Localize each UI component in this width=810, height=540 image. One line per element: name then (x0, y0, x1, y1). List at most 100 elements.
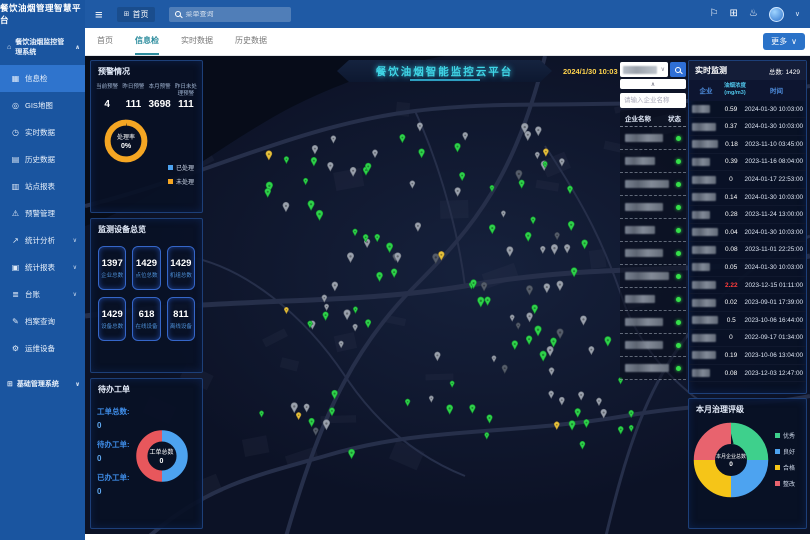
table-row[interactable]: 0.08 2023-12-03 12:47:00 (689, 365, 806, 383)
enterprise-list-item[interactable] (620, 127, 686, 150)
time-cell: 2024-01-30 10:03:00 (745, 194, 803, 201)
sidebar-item-label: 运维设备 (25, 343, 55, 354)
stat-card[interactable]: 1429 机组总数 (167, 246, 195, 290)
page-tab[interactable]: 首页 × (97, 28, 113, 55)
stat-card-value: 618 (139, 309, 155, 320)
redacted-text (692, 228, 718, 236)
table-row[interactable]: 2.22 2023-12-15 01:11:00 (689, 277, 806, 295)
sidebar-item[interactable]: ⚠ 预警管理 (0, 200, 85, 227)
page-tab[interactable]: 信息检 × (135, 28, 159, 55)
enterprise-list-item[interactable] (620, 196, 686, 219)
sidebar-item[interactable]: ▥ 站点报表 (0, 173, 85, 200)
legend-swatch (775, 465, 780, 470)
legend-item: 合格 (775, 463, 795, 472)
panel-title: 预警情况 (91, 61, 202, 80)
table-row[interactable]: 0.59 2024-01-30 10:03:00 (689, 101, 806, 119)
table-row[interactable]: 0.08 2023-11-01 22:25:00 (689, 242, 806, 260)
sidebar-item[interactable]: ↗ 统计分析 ∨ (0, 227, 85, 254)
menu-search-input[interactable] (185, 11, 285, 18)
sidebar-system-header[interactable]: ⌂ 餐饮油烟监控管理系统 ∧ (0, 28, 85, 65)
sidebar-item-label: 历史数据 (25, 154, 55, 165)
enterprise-list-item[interactable] (620, 311, 686, 334)
stat-card[interactable]: 811 离线设备 (167, 297, 195, 341)
stat-card-label: 设备总数 (101, 322, 123, 330)
warning-stat: 昨日未处理预警 111 (174, 84, 198, 110)
sidebar-item-label: 信息检 (25, 73, 48, 84)
page-tab[interactable]: 实时数据 × (181, 28, 213, 55)
search-icon (175, 11, 181, 17)
enterprise-list-item[interactable] (620, 334, 686, 357)
page-tab[interactable]: 历史数据 × (235, 28, 267, 55)
more-button[interactable]: 更多 ∨ (763, 33, 805, 50)
table-row[interactable]: 0.14 2024-01-30 10:03:00 (689, 189, 806, 207)
chevron-down-icon[interactable]: ∨ (795, 10, 800, 18)
sidebar-item-icon: ◎ (11, 101, 20, 110)
search-button[interactable] (670, 62, 686, 77)
sidebar-item[interactable]: ▤ 历史数据 (0, 146, 85, 173)
home-icon: ⌂ (7, 44, 11, 51)
apps-icon[interactable]: ⊞ (730, 9, 738, 19)
sidebar-item-label: 统计报表 (25, 262, 55, 273)
enterprise-search-overlay: ∨ ∧ 企业名称 状态 (620, 62, 686, 380)
sidebar-base-system[interactable]: ⊞ 基础管理系统 ∨ (0, 370, 85, 397)
table-row[interactable]: 0.19 2023-10-06 13:04:00 (689, 347, 806, 365)
table-row[interactable]: 0.05 2024-01-30 10:03:00 (689, 259, 806, 277)
table-row[interactable]: 0 2022-09-17 01:34:00 (689, 330, 806, 348)
stat-card[interactable]: 1429 设备总数 (98, 297, 126, 341)
sidebar-item[interactable]: ▣ 统计报表 ∨ (0, 254, 85, 281)
sidebar-item[interactable]: ✎ 档案查询 (0, 308, 85, 335)
enterprise-select[interactable]: ∨ (620, 62, 668, 77)
redacted-text (692, 281, 716, 289)
legend-swatch (775, 481, 780, 486)
table-row[interactable]: 0.28 2023-11-24 13:00:00 (689, 206, 806, 224)
donut-center-label: 工单总数 (149, 447, 173, 456)
enterprise-list-item[interactable] (620, 242, 686, 265)
enterprise-name-input[interactable] (620, 93, 686, 108)
menu-search-box[interactable] (169, 7, 291, 22)
stat-card[interactable]: 618 在线设备 (132, 297, 160, 341)
hamburger-menu-icon[interactable]: ≡ (95, 7, 103, 22)
stat-card[interactable]: 1429 点位总数 (132, 246, 160, 290)
sidebar: ⌂ 餐饮油烟监控管理系统 ∧ ▦ 信息检 ◎ GIS地图 ◷ 实时数据 ▤ 历史… (0, 28, 85, 540)
enterprise-list-item[interactable] (620, 219, 686, 242)
density-value-cell: 0 (717, 334, 744, 341)
enterprise-list-item[interactable] (620, 357, 686, 380)
home-breadcrumb[interactable]: ⊞ 首页 (117, 7, 156, 22)
legend-swatch (168, 165, 173, 170)
stat-card-label: 机组总数 (170, 271, 192, 279)
company-name-cell (692, 364, 717, 382)
company-name-cell (692, 118, 717, 136)
enterprise-list-item[interactable] (620, 150, 686, 173)
enterprise-list-item[interactable] (620, 265, 686, 288)
table-row[interactable]: 0.5 2023-10-06 16:44:00 (689, 312, 806, 330)
stat-card[interactable]: 1397 企业总数 (98, 246, 126, 290)
table-row[interactable]: 0.37 2024-01-30 10:03:00 (689, 118, 806, 136)
table-row[interactable]: 0.04 2024-01-30 10:03:00 (689, 224, 806, 242)
company-name-cell (692, 171, 717, 189)
chevron-down-icon: ∨ (73, 291, 77, 298)
user-avatar[interactable] (769, 7, 784, 22)
alarm-icon[interactable]: ♨ (749, 9, 758, 19)
table-row[interactable]: 0.39 2023-11-16 08:04:00 (689, 154, 806, 172)
sidebar-item[interactable]: ◎ GIS地图 (0, 92, 85, 119)
sidebar-item[interactable]: ≣ 台账 ∨ (0, 281, 85, 308)
enterprise-list-item[interactable] (620, 288, 686, 311)
sidebar-item[interactable]: ⚙ 运维设备 (0, 335, 85, 362)
redacted-text (625, 226, 655, 234)
company-name-cell (692, 188, 717, 206)
company-name-cell (692, 241, 718, 259)
sidebar-item[interactable]: ◷ 实时数据 (0, 119, 85, 146)
notice-icon[interactable]: ⚐ (710, 9, 719, 19)
workorder-panel: 待办工单 工单总数: 0 待办工单: 0 已办工单: 0 (90, 378, 203, 529)
table-row[interactable]: 0.18 2023-11-10 03:45:00 (689, 136, 806, 154)
table-row[interactable]: 0 2024-01-17 22:53:00 (689, 171, 806, 189)
col-company: 企业 (692, 85, 720, 95)
table-row[interactable]: 0.02 2023-09-01 17:39:00 (689, 294, 806, 312)
online-status-dot (676, 366, 681, 371)
legend-label: 未处理 (176, 177, 194, 186)
legend-item: 优秀 (775, 431, 795, 440)
panel-title: 本月治理评级 (689, 399, 806, 418)
collapse-toggle[interactable]: ∧ (620, 79, 686, 89)
enterprise-list-item[interactable] (620, 173, 686, 196)
sidebar-item[interactable]: ▦ 信息检 (0, 65, 85, 92)
